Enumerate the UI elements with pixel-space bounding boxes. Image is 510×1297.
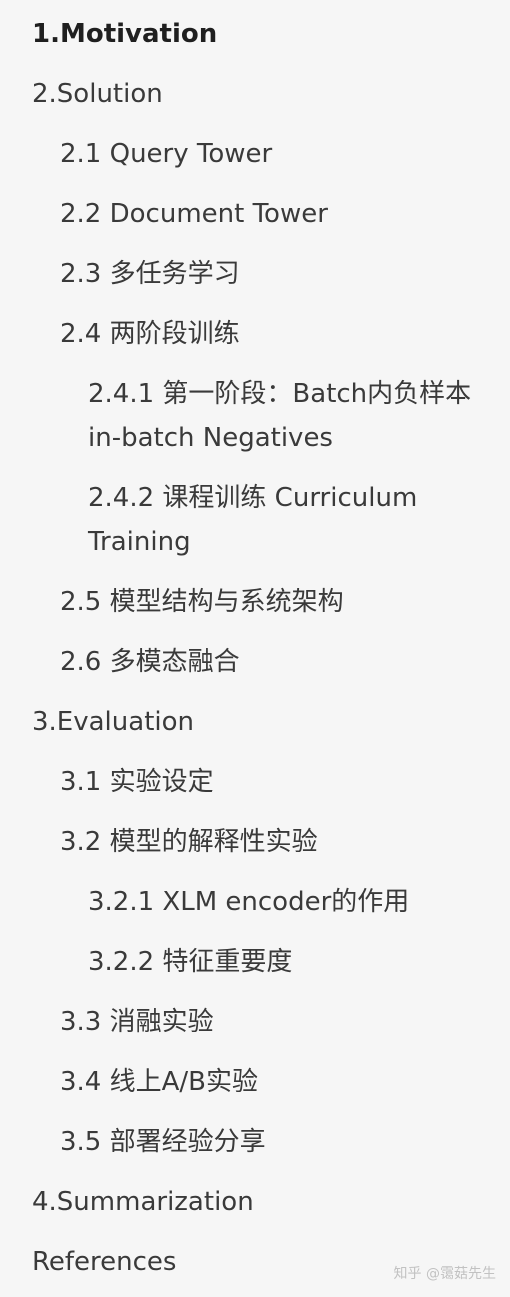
toc-item-evaluation[interactable]: 3.Evaluation bbox=[32, 700, 502, 744]
toc-item-ablation[interactable]: 3.3 消融实验 bbox=[60, 1000, 502, 1044]
toc-item-feature-importance[interactable]: 3.2.2 特征重要度 bbox=[88, 940, 502, 984]
toc-item-curriculum-training[interactable]: 2.4.2 课程训练 Curriculum Training bbox=[88, 476, 502, 564]
watermark: 知乎 @霭菇先生 bbox=[393, 1266, 496, 1282]
toc-item-model-architecture[interactable]: 2.5 模型结构与系统架构 bbox=[60, 580, 502, 624]
toc-item-deployment[interactable]: 3.5 部署经验分享 bbox=[60, 1120, 502, 1164]
toc-item-experiment-setup[interactable]: 3.1 实验设定 bbox=[60, 760, 502, 804]
toc-item-two-stage-training[interactable]: 2.4 两阶段训练 bbox=[60, 312, 502, 356]
toc-item-online-ab-test[interactable]: 3.4 线上A/B实验 bbox=[60, 1060, 502, 1104]
toc-item-multitask-learning[interactable]: 2.3 多任务学习 bbox=[60, 252, 502, 296]
toc-item-motivation[interactable]: 1.Motivation bbox=[32, 12, 502, 56]
toc-item-solution[interactable]: 2.Solution bbox=[32, 72, 502, 116]
toc-item-multimodal-fusion[interactable]: 2.6 多模态融合 bbox=[60, 640, 502, 684]
toc-item-document-tower[interactable]: 2.2 Document Tower bbox=[60, 192, 502, 236]
toc-item-interpretability[interactable]: 3.2 模型的解释性实验 bbox=[60, 820, 502, 864]
toc-item-summarization[interactable]: 4.Summarization bbox=[32, 1180, 502, 1224]
toc-item-xlm-encoder[interactable]: 3.2.1 XLM encoder的作用 bbox=[88, 880, 502, 924]
toc-item-in-batch-negatives[interactable]: 2.4.1 第一阶段：Batch内负样本 in-batch Negatives bbox=[88, 372, 502, 460]
toc-item-query-tower[interactable]: 2.1 Query Tower bbox=[60, 132, 502, 176]
